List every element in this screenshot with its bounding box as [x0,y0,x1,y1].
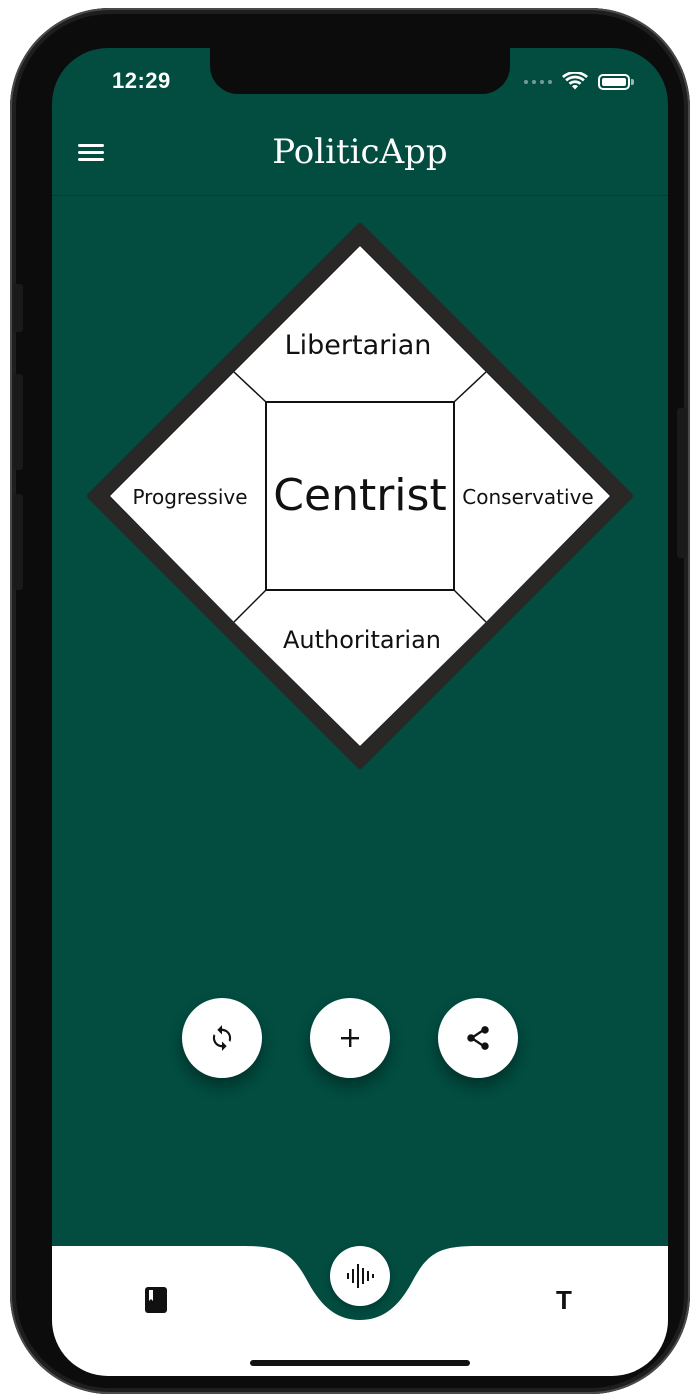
tab-text[interactable]: T [546,1282,582,1318]
compass-label-conservative: Conservative [462,485,593,509]
action-button [13,284,23,332]
refresh-button[interactable] [182,998,262,1078]
notch [210,48,510,94]
compass-label-authoritarian: Authoritarian [283,626,441,654]
volume-up-button [13,374,23,470]
battery-icon [598,73,634,90]
tab-audio[interactable] [330,1246,390,1306]
compass-label-centrist: Centrist [273,470,446,521]
tab-book[interactable] [138,1282,174,1318]
home-indicator [250,1360,470,1366]
plus-icon [341,1029,359,1047]
compass-label-progressive: Progressive [132,485,247,509]
phone-frame: 12:29 PoliticApp Libertarian Progressive… [10,8,690,1394]
political-compass: Libertarian Progressive Conservative Aut… [86,222,634,770]
status-time: 12:29 [112,68,171,93]
bottom-navigation: T [52,1246,668,1376]
cellular-signal-icon [524,79,552,84]
share-icon [467,1026,489,1050]
app-title: PoliticApp [272,132,448,172]
power-button [677,408,687,558]
share-button[interactable] [438,998,518,1078]
compass-center-square[interactable]: Centrist [265,401,455,591]
text-icon: T [556,1284,572,1315]
book-icon [145,1287,167,1313]
refresh-icon [212,1025,232,1051]
app-screen: 12:29 PoliticApp Libertarian Progressive… [52,48,668,1376]
volume-down-button [13,494,23,590]
app-header: PoliticApp [52,108,668,196]
status-icons [524,72,634,91]
add-button[interactable] [310,998,390,1078]
wifi-icon [562,72,588,90]
compass-label-libertarian: Libertarian [285,330,432,361]
audio-waveform-icon [347,1264,374,1288]
